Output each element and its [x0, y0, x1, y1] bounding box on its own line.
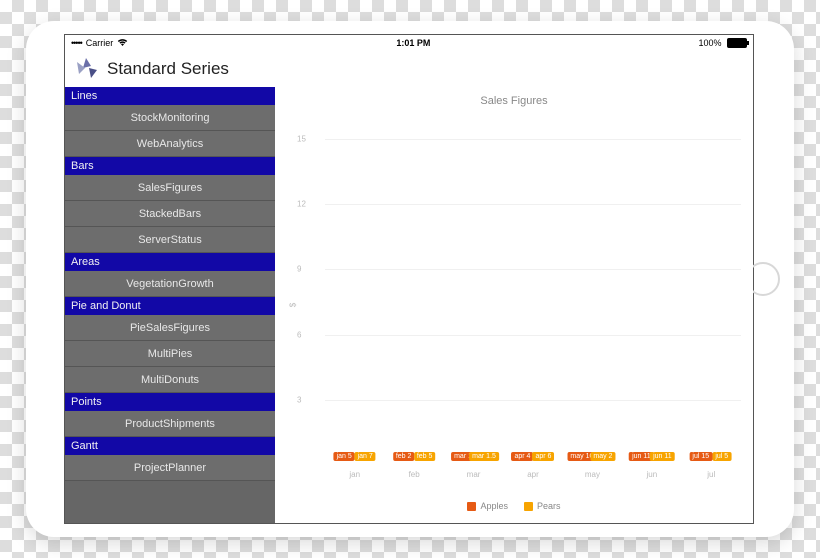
bar-label: mar 1.5 — [469, 452, 499, 461]
x-tick-label: may — [563, 470, 622, 479]
bar-label: may 2 — [590, 452, 615, 461]
app-logo-icon — [73, 56, 99, 82]
x-tick-label: jan — [325, 470, 384, 479]
legend-apples: Apples — [467, 501, 508, 511]
sidebar-section-bars[interactable]: Bars — [65, 157, 275, 175]
app-header: Standard Series — [65, 51, 753, 87]
x-tick-label: jun — [622, 470, 681, 479]
y-tick-label: 6 — [297, 330, 301, 339]
bar-label: jun 11 — [650, 452, 675, 461]
legend: Apples Pears — [275, 501, 753, 511]
x-tick-label: feb — [384, 470, 443, 479]
sidebar-section-pie-donut[interactable]: Pie and Donut — [65, 297, 275, 315]
x-tick-label: apr — [503, 470, 562, 479]
sidebar-item-vegetationgrowth[interactable]: VegetationGrowth — [65, 271, 275, 297]
bar-label: feb 2 — [393, 452, 415, 461]
tablet-frame: ••••• Carrier 1:01 PM 100% Standard Seri… — [26, 21, 794, 537]
page-title: Standard Series — [107, 59, 229, 79]
sidebar-item-piesalesfigures[interactable]: PieSalesFigures — [65, 315, 275, 341]
battery-pct: 100% — [698, 38, 721, 48]
bar-label: jul 15 — [689, 452, 712, 461]
bar-label: feb 5 — [414, 452, 436, 461]
sidebar-item-stockmonitoring[interactable]: StockMonitoring — [65, 105, 275, 131]
bar-label: apr 4 — [512, 452, 534, 461]
sidebar-item-multidonuts[interactable]: MultiDonuts — [65, 367, 275, 393]
sidebar-section-areas[interactable]: Areas — [65, 253, 275, 271]
y-tick-label: 9 — [297, 265, 301, 274]
sidebar-section-lines[interactable]: Lines — [65, 87, 275, 105]
sidebar-section-points[interactable]: Points — [65, 393, 275, 411]
sidebar-section-gantt[interactable]: Gantt — [65, 437, 275, 455]
chart-title: Sales Figures — [275, 95, 753, 107]
clock: 1:01 PM — [128, 38, 698, 48]
x-axis-labels: janfebmaraprmayjunjul — [325, 470, 741, 479]
sidebar-item-multipies[interactable]: MultiPies — [65, 341, 275, 367]
x-tick-label: mar — [444, 470, 503, 479]
y-tick-label: 12 — [297, 200, 306, 209]
y-tick-label: 15 — [297, 134, 306, 143]
sidebar-item-webanalytics[interactable]: WebAnalytics — [65, 131, 275, 157]
sidebar-item-serverstatus[interactable]: ServerStatus — [65, 227, 275, 253]
x-tick-label: jul — [682, 470, 741, 479]
battery-area: 100% — [698, 38, 747, 49]
plot: 3691215jan 5jan 7feb 2feb 5mar 1mar 1.5a… — [325, 117, 741, 465]
screen: ••••• Carrier 1:01 PM 100% Standard Seri… — [64, 34, 754, 524]
wifi-icon — [117, 38, 128, 49]
battery-icon — [727, 38, 747, 48]
carrier-label: Carrier — [86, 38, 114, 48]
bar-label: jan 7 — [355, 452, 376, 461]
sidebar-item-salesfigures[interactable]: SalesFigures — [65, 175, 275, 201]
y-tick-label: 3 — [297, 395, 301, 404]
sidebar-item-stackedbars[interactable]: StackedBars — [65, 201, 275, 227]
bar-label: jan 5 — [334, 452, 355, 461]
sidebar-item-projectplanner[interactable]: ProjectPlanner — [65, 455, 275, 481]
status-bar: ••••• Carrier 1:01 PM 100% — [65, 35, 753, 51]
sidebar: Lines StockMonitoring WebAnalytics Bars … — [65, 87, 275, 523]
bar-label: apr 6 — [533, 452, 555, 461]
y-axis-label: $ — [289, 303, 298, 307]
legend-pears: Pears — [524, 501, 561, 511]
signal-icon: ••••• — [71, 38, 82, 48]
chart-area: Sales Figures $ 3691215jan 5jan 7feb 2fe… — [275, 87, 753, 523]
bar-label: jul 5 — [712, 452, 731, 461]
sidebar-item-productshipments[interactable]: ProductShipments — [65, 411, 275, 437]
